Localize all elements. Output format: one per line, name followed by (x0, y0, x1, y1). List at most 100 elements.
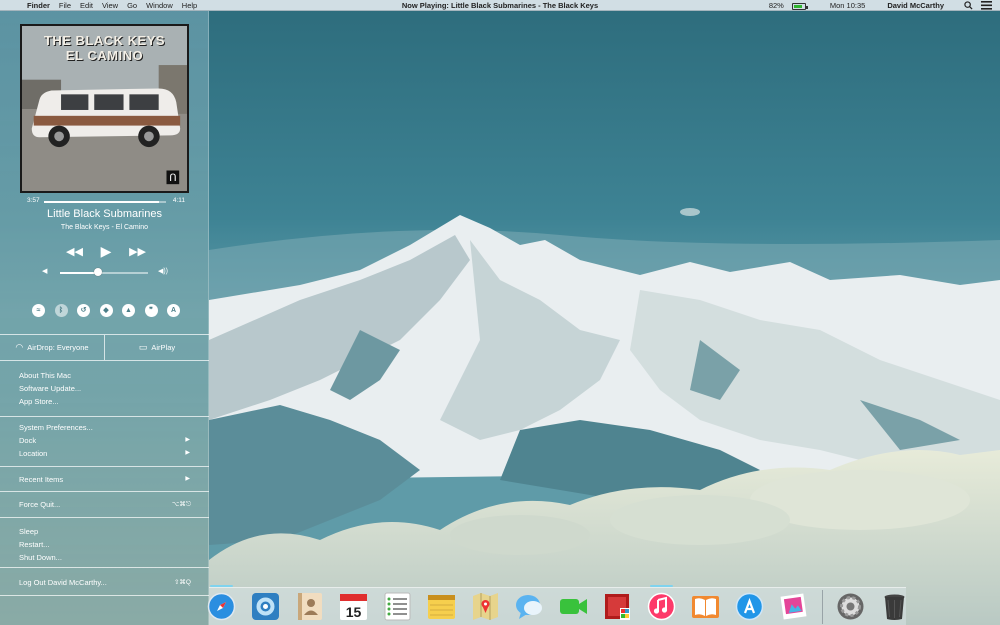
user-menu[interactable]: David McCarthy (887, 0, 944, 11)
menu-location[interactable]: Location ▶ (0, 447, 209, 460)
dock-safari[interactable] (207, 585, 236, 621)
wifi-icon[interactable]: ≈ (32, 304, 45, 317)
dock-iphoto[interactable] (251, 592, 280, 621)
svg-text:Ո: Ո (169, 173, 176, 184)
battery-level-fill (793, 5, 803, 8)
dock-contacts[interactable] (295, 592, 324, 621)
messages-icon (516, 595, 542, 619)
menu-bar-menus: Finder File Edit View Go Window Help (27, 0, 197, 11)
battery-percent[interactable]: 82% (769, 0, 784, 11)
volume-slider[interactable] (60, 272, 148, 274)
force-quit-shortcut: ⌥⌘⎋ (171, 501, 191, 508)
control-panel: Ո THE BLACK KEYS EL CAMINO 3:57 4:11 Lit… (0, 11, 209, 625)
volume-low-icon: ◀ (42, 268, 48, 275)
battery-icon[interactable] (791, 3, 808, 10)
quote-icon[interactable]: ❞ (144, 304, 158, 317)
contacts-icon (298, 593, 322, 620)
menu-log-out-label: Log Out David McCarthy... (19, 578, 107, 587)
menu-dock[interactable]: Dock ▶ (0, 434, 209, 447)
volume-high-icon: ◀)) (157, 268, 168, 275)
menu-log-out[interactable]: Log Out David McCarthy... ⇧⌘Q (0, 576, 209, 589)
now-playing-text[interactable]: Now Playing: Little Black Submarines - T… (402, 1, 598, 10)
airplay-icon: ▭ (138, 342, 148, 352)
airplay-label: AirPlay (151, 343, 176, 352)
track-artist-album: The Black Keys - El Camino (60, 224, 149, 231)
airdrop-label: AirDrop: Everyone (27, 343, 89, 352)
menu-recent-items[interactable]: Recent Items ▶ (0, 473, 209, 486)
menu-section-power: Sleep Restart... Shut Down... (0, 518, 209, 568)
play-icon[interactable]: ▶ (101, 243, 112, 260)
airdrop-airplay-bar: ◠ AirDrop: Everyone ▭ AirPlay (0, 334, 209, 361)
menu-file[interactable]: File (59, 0, 71, 11)
album-art-line2: EL CAMINO (65, 48, 144, 63)
submenu-arrow-icon: ▶ (185, 476, 190, 482)
airplay-button[interactable]: ▭ AirPlay (105, 335, 209, 360)
airdrop-button[interactable]: ◠ AirDrop: Everyone (0, 335, 105, 360)
menu-window[interactable]: Window (146, 0, 173, 11)
menu-view[interactable]: View (102, 0, 118, 11)
duration-time: 4:11 (172, 197, 185, 204)
volume-knob[interactable] (93, 268, 102, 276)
bluetooth-icon[interactable]: ᛒ (54, 304, 68, 317)
dropbox-icon[interactable]: ◆ (99, 304, 113, 317)
progress-fill (44, 201, 159, 203)
menu-section-forcequit: Force Quit... ⌥⌘⎋ (0, 492, 209, 518)
menu-shut-down[interactable]: Shut Down... (0, 551, 209, 564)
menu-section-prefs: System Preferences... Dock ▶ Location ▶ (0, 417, 209, 467)
alfred-icon[interactable]: A (167, 304, 180, 317)
dock-photo-booth[interactable] (603, 592, 632, 621)
dock-ibooks[interactable] (691, 592, 720, 621)
drive-icon[interactable]: ▲ (122, 304, 135, 317)
menu-edit[interactable]: Edit (80, 0, 93, 11)
running-indicator (650, 585, 673, 587)
iphoto-icon (252, 593, 279, 620)
maps-icon (473, 593, 498, 620)
menu-go[interactable]: Go (127, 0, 137, 11)
menu-app-store[interactable]: App Store... (0, 395, 209, 408)
menu-section-recent: Recent Items ▶ (0, 467, 209, 492)
dock-calendar[interactable]: 15 (339, 592, 368, 621)
menu-bar: Finder File Edit View Go Window Help Now… (0, 0, 1000, 11)
dock-preview[interactable] (779, 592, 808, 621)
dock-facetime[interactable] (559, 592, 588, 621)
rewind-icon[interactable]: ◀◀ (66, 245, 83, 258)
menu-force-quit-label: Force Quit... (19, 500, 61, 509)
system-preferences-icon (837, 593, 864, 620)
photo-booth-icon (605, 594, 630, 620)
menu-help[interactable]: Help (182, 0, 197, 11)
quick-toggles: ≈ ᛒ ↺ ◆ ▲ ❞ A (32, 304, 180, 318)
dock-itunes[interactable] (647, 585, 676, 621)
menu-bar-status: 82% Mon 10:35 David McCarthy (769, 0, 992, 11)
calendar-date: 15 (346, 604, 362, 620)
menu-sleep[interactable]: Sleep (0, 525, 209, 538)
notification-center-icon[interactable] (981, 1, 992, 10)
dock-reminders[interactable] (383, 592, 412, 621)
dock-maps[interactable] (471, 592, 500, 621)
safari-icon (207, 592, 236, 621)
menu-force-quit[interactable]: Force Quit... ⌥⌘⎋ (0, 498, 209, 511)
reminders-icon (384, 592, 411, 621)
menu-about-this-mac[interactable]: About This Mac (0, 369, 209, 382)
dock-trash[interactable] (880, 592, 909, 621)
menu-software-update[interactable]: Software Update... (0, 382, 209, 395)
menu-location-label: Location (19, 449, 48, 458)
time-machine-icon[interactable]: ↺ (77, 304, 90, 317)
dock-messages[interactable] (515, 592, 544, 621)
playback-controls: ◀◀ ▶ ▶▶ (66, 243, 146, 259)
search-icon[interactable] (964, 1, 973, 10)
album-artwork[interactable]: Ո THE BLACK KEYS EL CAMINO (20, 24, 189, 193)
fast-forward-icon[interactable]: ▶▶ (129, 245, 146, 258)
menu-app-name[interactable]: Finder (27, 0, 50, 11)
dock-system-preferences[interactable] (836, 592, 865, 621)
dock-notes[interactable] (427, 592, 456, 621)
dock-app-store[interactable] (735, 592, 764, 621)
menu-system-preferences[interactable]: System Preferences... (0, 421, 209, 434)
playback-progress: 3:57 4:11 (27, 197, 185, 206)
facetime-icon (560, 599, 587, 614)
progress-bar[interactable] (44, 201, 166, 203)
ibooks-icon (692, 596, 719, 618)
menu-clock[interactable]: Mon 10:35 (830, 0, 865, 11)
album-art-title: THE BLACK KEYS EL CAMINO (22, 33, 187, 63)
dock: 15 (207, 585, 909, 625)
menu-restart[interactable]: Restart... (0, 538, 209, 551)
